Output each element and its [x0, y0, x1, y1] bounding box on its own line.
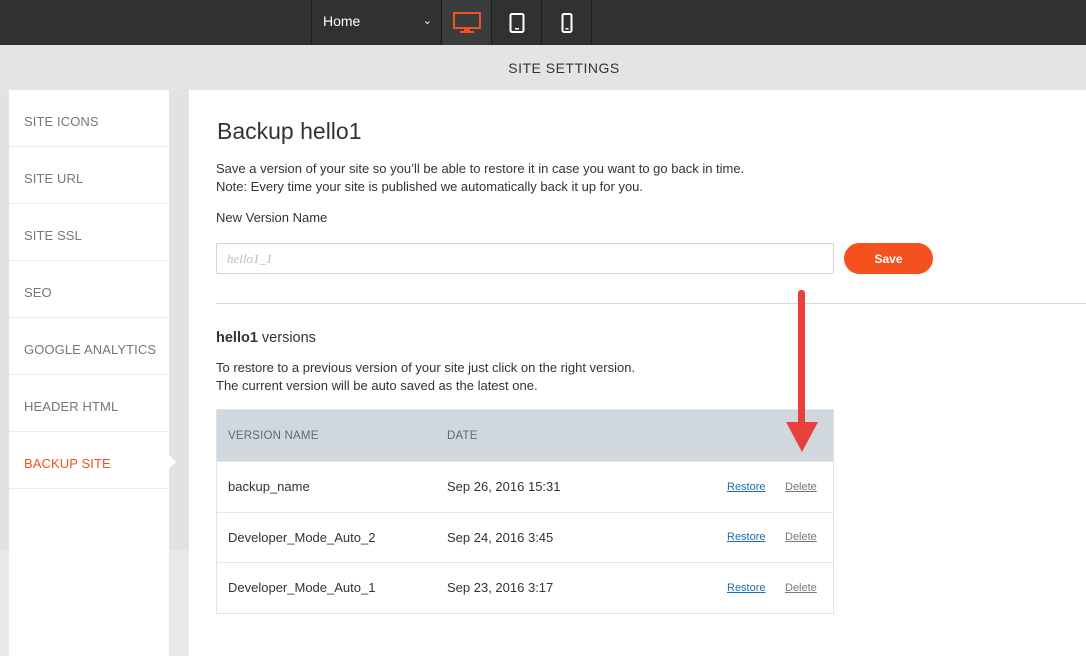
delete-link[interactable]: Delete [785, 481, 817, 493]
sidebar-item-site-ssl[interactable]: SITE SSL [9, 204, 169, 261]
restore-help-line-2: The current version will be auto saved a… [216, 378, 538, 393]
table-row: Developer_Mode_Auto_2 Sep 24, 2016 3:45 … [217, 511, 833, 563]
version-name-cell: Developer_Mode_Auto_2 [228, 529, 376, 545]
version-name-cell: backup_name [228, 479, 310, 495]
modal-title: SITE SETTINGS [508, 60, 620, 76]
version-date-cell: Sep 23, 2016 3:17 [447, 580, 554, 596]
mobile-view-button[interactable] [542, 0, 592, 45]
page-select-value: Home [323, 13, 361, 29]
sidebar-item-backup-site[interactable]: BACKUP SITE [9, 432, 169, 489]
description-line-2: Note: Every time your site is published … [216, 179, 644, 194]
versions-title: hello1 versions [216, 330, 316, 346]
annotation-arrow-head [786, 422, 818, 452]
version-name-cell: Developer_Mode_Auto_1 [228, 580, 376, 596]
annotation-arrow-shaft [798, 290, 805, 426]
sidebar-item-header-html[interactable]: HEADER HTML [9, 375, 169, 432]
sidebar-item-google-analytics[interactable]: GOOGLE ANALYTICS [9, 318, 169, 375]
restore-link[interactable]: Restore [727, 481, 766, 493]
table-row: Developer_Mode_Auto_1 Sep 23, 2016 3:17 … [217, 562, 833, 613]
versions-table: VERSION NAME DATE backup_name Sep 26, 20… [216, 409, 834, 614]
page-select[interactable]: Home ⌄ [311, 0, 442, 45]
column-header-version-name: VERSION NAME [228, 429, 319, 442]
page-title: Backup hello1 [217, 118, 362, 144]
table-header: VERSION NAME DATE [217, 410, 833, 461]
restore-link[interactable]: Restore [727, 531, 766, 543]
description-line-1: Save a version of your site so you’ll be… [216, 161, 745, 176]
save-button[interactable]: Save [844, 243, 933, 274]
settings-sidebar: SITE ICONS SITE URL SITE SSL SEO GOOGLE … [9, 90, 169, 656]
divider [216, 303, 1086, 304]
delete-link[interactable]: Delete [785, 582, 817, 594]
sidebar-item-site-icons[interactable]: SITE ICONS [9, 90, 169, 147]
sidebar-item-site-url[interactable]: SITE URL [9, 147, 169, 204]
active-item-pointer [168, 454, 176, 470]
restore-help-line-1: To restore to a previous version of your… [216, 360, 636, 375]
tablet-icon [509, 12, 524, 33]
desktop-view-button[interactable] [442, 0, 492, 45]
top-toolbar: Home ⌄ [0, 0, 1086, 45]
version-date-cell: Sep 26, 2016 15:31 [447, 479, 561, 495]
versions-suffix: versions [257, 330, 316, 346]
column-header-date: DATE [447, 429, 478, 442]
version-date-cell: Sep 24, 2016 3:45 [447, 529, 554, 545]
versions-site-name: hello1 [216, 330, 258, 346]
backup-panel: Backup hello1 Save a version of your sit… [189, 90, 1086, 656]
tablet-view-button[interactable] [492, 0, 542, 45]
delete-link[interactable]: Delete [785, 531, 817, 543]
restore-link[interactable]: Restore [727, 582, 766, 594]
version-name-label: New Version Name [216, 210, 328, 225]
mobile-icon [561, 12, 572, 33]
desktop-icon [452, 11, 481, 33]
chevron-down-icon: ⌄ [422, 15, 432, 27]
sidebar-item-seo[interactable]: SEO [9, 261, 169, 318]
table-row: backup_name Sep 26, 2016 15:31 Restore D… [217, 461, 833, 512]
version-name-input[interactable] [216, 243, 834, 274]
